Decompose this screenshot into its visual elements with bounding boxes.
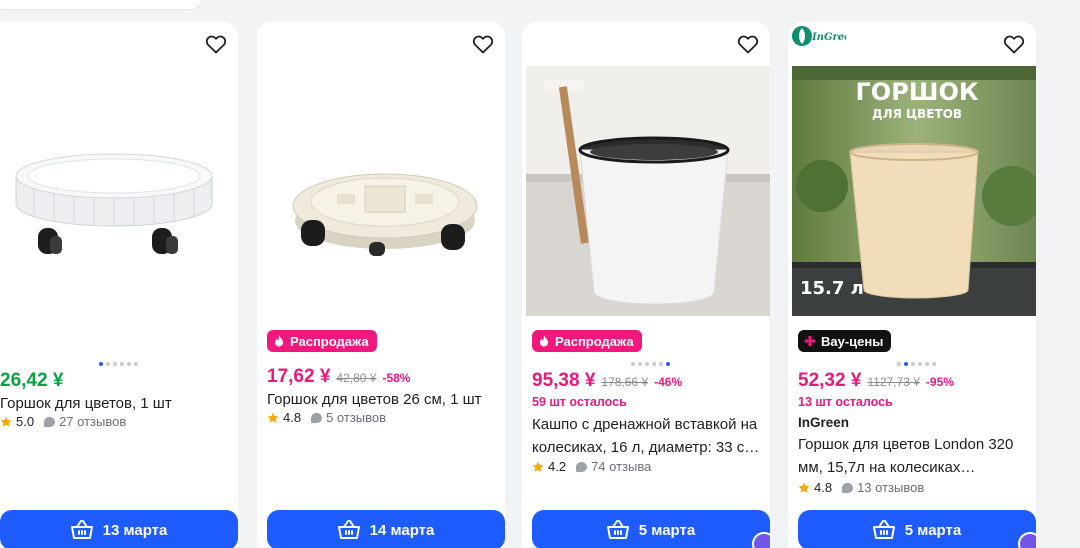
ingreen-logo: InGreen [792, 26, 846, 46]
product-card[interactable]: InGreen ГОРШОК ДЛЯ ЦВЕТОВ 15.7 л Вау-цен… [788, 22, 1036, 548]
assistant-avatar-icon[interactable] [1018, 532, 1036, 548]
fire-icon [540, 335, 548, 347]
heart-icon[interactable] [1002, 32, 1026, 56]
delivery-date: 14 марта [369, 521, 435, 539]
discount: -58% [382, 371, 411, 385]
heart-icon[interactable] [736, 32, 760, 56]
product-card[interactable]: Распродажа 95,38 ¥ 178,66 ¥ -46% 59 шт о… [522, 22, 770, 548]
star-icon [267, 412, 279, 423]
badge-label: Вау-цены [821, 333, 884, 349]
pager-dot[interactable] [105, 362, 110, 366]
product-title[interactable]: Горшок для цветов, 1 шт [0, 392, 234, 415]
add-to-cart-button[interactable]: 13 марта [0, 510, 238, 548]
add-to-cart-button[interactable]: 14 марта [267, 510, 505, 548]
reviews-count: 27 отзывов [59, 414, 127, 429]
add-to-cart-button[interactable]: 5 марта [798, 510, 1036, 548]
sale-badge: Распродажа [532, 330, 642, 352]
brand-name[interactable]: InGreen [798, 415, 849, 430]
delivery-date: 13 марта [102, 521, 168, 539]
pager-dot[interactable] [119, 362, 124, 366]
delivery-date: 5 марта [638, 521, 696, 539]
product-title[interactable]: Горшок для цветов 26 см, 1 шт [267, 388, 501, 411]
add-to-cart-button[interactable]: 5 марта [532, 510, 770, 548]
price: 52,32 ¥ [798, 370, 862, 391]
logo-text: InGreen [811, 32, 846, 43]
badge-label: Распродажа [290, 333, 369, 349]
rating-value: 4.2 [548, 459, 567, 474]
reviews-count: 5 отзывов [326, 410, 387, 425]
product-image[interactable] [526, 66, 770, 316]
image-subline: ДЛЯ ЦВЕТОВ [872, 107, 962, 121]
old-price: 42,80 ¥ [336, 371, 377, 385]
image-pager[interactable] [792, 362, 1036, 366]
star-icon [0, 416, 12, 427]
product-card[interactable]: 26,42 ¥ Горшок для цветов, 1 шт 5.0 27 о… [0, 22, 238, 548]
rating-value: 4.8 [814, 480, 833, 495]
pager-dot[interactable] [630, 362, 635, 366]
reviews-count: 13 отзывов [857, 480, 925, 495]
basket-icon [337, 520, 360, 539]
search-bar-fragment[interactable] [0, 0, 204, 10]
discount: -46% [654, 375, 683, 389]
rating-row: 5.0 27 отзывов [0, 414, 126, 429]
assistant-avatar-icon[interactable] [752, 532, 770, 548]
product-card[interactable]: Распродажа 17,62 ¥ 42,80 ¥ -58% Горшок д… [257, 22, 505, 548]
image-pager[interactable] [0, 362, 238, 366]
delivery-date: 5 марта [904, 521, 962, 539]
discount: -95% [925, 375, 954, 389]
pager-dot[interactable] [658, 362, 663, 366]
rating-row: 4.8 5 отзывов [267, 410, 386, 425]
badge-label: Распродажа [555, 333, 634, 349]
heart-icon[interactable] [471, 32, 495, 56]
price: 26,42 ¥ [0, 370, 64, 391]
basket-icon [70, 520, 93, 539]
product-image[interactable]: ГОРШОК ДЛЯ ЦВЕТОВ 15.7 л [792, 66, 1036, 316]
basket-icon [872, 520, 895, 539]
heart-icon[interactable] [204, 32, 228, 56]
image-volume: 15.7 л [800, 278, 864, 299]
pager-dot[interactable] [112, 362, 117, 366]
pager-dot[interactable] [896, 362, 901, 366]
pager-dot[interactable] [98, 362, 103, 366]
flower-icon [804, 335, 816, 347]
stock-left: 13 шт осталось [798, 395, 893, 409]
pager-dot[interactable] [651, 362, 656, 366]
product-image[interactable] [0, 66, 238, 316]
basket-icon [606, 520, 629, 539]
rating-row: 4.2 74 отзыва [532, 459, 651, 474]
pager-dot[interactable] [665, 362, 670, 366]
price: 17,62 ¥ [267, 366, 331, 387]
rating-row: 4.8 13 отзывов [798, 480, 924, 495]
pager-dot[interactable] [637, 362, 642, 366]
image-headline: ГОРШОК [856, 78, 979, 106]
wow-badge: Вау-цены [798, 330, 892, 352]
speech-bubble-icon [44, 416, 56, 427]
speech-bubble-icon [576, 461, 588, 472]
pager-dot[interactable] [917, 362, 922, 366]
sale-badge: Распродажа [267, 330, 377, 352]
pager-dot[interactable] [133, 362, 138, 366]
speech-bubble-icon [842, 482, 854, 493]
rating-value: 4.8 [283, 410, 302, 425]
product-title[interactable]: Горшок для цветов London 320 мм, 15,7л н… [798, 433, 1032, 479]
rating-value: 5.0 [16, 414, 35, 429]
old-price: 1127,73 ¥ [867, 375, 920, 389]
price: 95,38 ¥ [532, 370, 596, 391]
image-pager[interactable] [526, 362, 770, 366]
pager-dot[interactable] [644, 362, 649, 366]
fire-icon [275, 335, 283, 347]
pager-dot[interactable] [910, 362, 915, 366]
reviews-count: 74 отзыва [591, 459, 652, 474]
star-icon [532, 461, 544, 472]
speech-bubble-icon [311, 412, 323, 423]
pager-dot[interactable] [126, 362, 131, 366]
pager-dot[interactable] [903, 362, 908, 366]
pager-dot[interactable] [924, 362, 929, 366]
stock-left: 59 шт осталось [532, 395, 627, 409]
product-title[interactable]: Кашпо с дренажной вставкой на колесиках,… [532, 413, 766, 459]
product-image[interactable] [257, 66, 505, 316]
pager-dot[interactable] [931, 362, 936, 366]
star-icon [798, 482, 810, 493]
old-price: 178,66 ¥ [601, 375, 649, 389]
